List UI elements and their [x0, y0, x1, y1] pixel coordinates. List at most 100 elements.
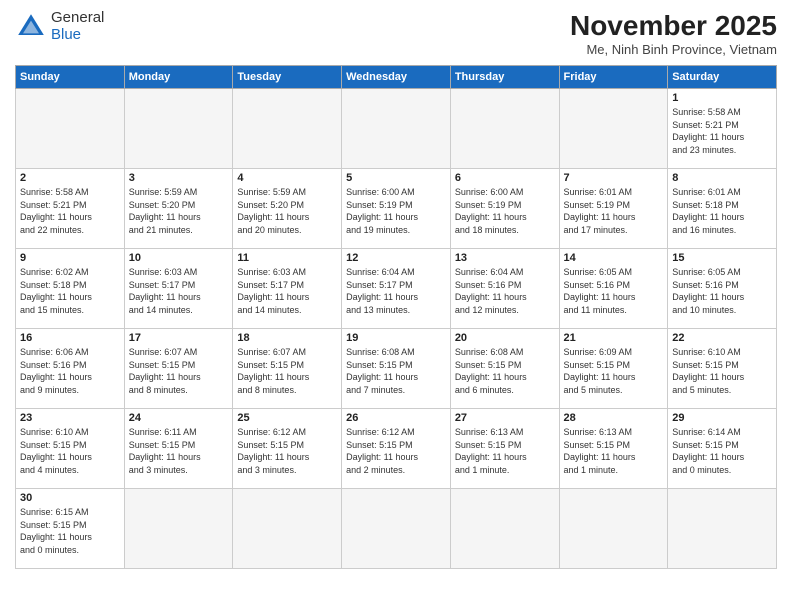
day-cell: 14 Sunrise: 6:05 AM Sunset: 5:16 PM Dayli… [559, 249, 668, 329]
day-cell [124, 89, 233, 169]
title-block: November 2025 Me, Ninh Binh Province, Vi… [570, 10, 777, 57]
week-row-0: 1Sunrise: 5:58 AM Sunset: 5:21 PM Daylig… [16, 89, 777, 169]
day-info: Sunrise: 6:04 AM Sunset: 5:17 PM Dayligh… [346, 266, 446, 316]
day-info: Sunrise: 5:58 AM Sunset: 5:21 PM Dayligh… [20, 186, 120, 236]
day-number: 27 [455, 412, 555, 424]
day-number: 16 [20, 332, 120, 344]
weekday-header-monday: Monday [124, 66, 233, 89]
day-info: Sunrise: 6:12 AM Sunset: 5:15 PM Dayligh… [237, 426, 337, 476]
day-number: 14 [564, 252, 664, 264]
weekday-header-row: SundayMondayTuesdayWednesdayThursdayFrid… [16, 66, 777, 89]
day-cell: 20Sunrise: 6:08 AM Sunset: 5:15 PM Dayli… [450, 329, 559, 409]
day-info: Sunrise: 6:09 AM Sunset: 5:15 PM Dayligh… [564, 346, 664, 396]
day-cell: 23 Sunrise: 6:10 AM Sunset: 5:15 PM Dayli… [16, 409, 125, 489]
day-cell: 7Sunrise: 6:01 AM Sunset: 5:19 PM Daylig… [559, 169, 668, 249]
day-info: Sunrise: 6:12 AM Sunset: 5:15 PM Dayligh… [346, 426, 446, 476]
calendar-table: SundayMondayTuesdayWednesdayThursdayFrid… [15, 65, 777, 569]
month-title: November 2025 [570, 10, 777, 42]
day-cell: 22Sunrise: 6:10 AM Sunset: 5:15 PM Dayli… [668, 329, 777, 409]
day-cell [668, 489, 777, 569]
day-cell: 18Sunrise: 6:07 AM Sunset: 5:15 PM Dayli… [233, 329, 342, 409]
day-info: Sunrise: 6:03 AM Sunset: 5:17 PM Dayligh… [129, 266, 229, 316]
day-cell: 24Sunrise: 6:11 AM Sunset: 5:15 PM Dayli… [124, 409, 233, 489]
day-cell: 26 Sunrise: 6:12 AM Sunset: 5:15 PM Dayli… [342, 409, 451, 489]
day-info: Sunrise: 6:14 AM Sunset: 5:15 PM Dayligh… [672, 426, 772, 476]
day-number: 5 [346, 172, 446, 184]
day-cell [16, 89, 125, 169]
logo-text: General Blue [51, 10, 104, 43]
day-cell: 10Sunrise: 6:03 AM Sunset: 5:17 PM Dayli… [124, 249, 233, 329]
day-cell [342, 489, 451, 569]
day-info: Sunrise: 6:06 AM Sunset: 5:16 PM Dayligh… [20, 346, 120, 396]
day-info: Sunrise: 6:05 AM Sunset: 5:16 PM Dayligh… [564, 266, 664, 316]
day-cell: 29 Sunrise: 6:14 AM Sunset: 5:15 PM Dayli… [668, 409, 777, 489]
day-cell [233, 89, 342, 169]
day-number: 13 [455, 252, 555, 264]
logo-blue: Blue [51, 27, 104, 44]
day-number: 11 [237, 252, 337, 264]
day-cell [559, 89, 668, 169]
day-cell [233, 489, 342, 569]
day-cell [124, 489, 233, 569]
day-number: 22 [672, 332, 772, 344]
day-cell: 11Sunrise: 6:03 AM Sunset: 5:17 PM Dayli… [233, 249, 342, 329]
day-number: 18 [237, 332, 337, 344]
day-cell: 19 Sunrise: 6:08 AM Sunset: 5:15 PM Dayli… [342, 329, 451, 409]
day-info: Sunrise: 6:01 AM Sunset: 5:18 PM Dayligh… [672, 186, 772, 236]
day-number: 2 [20, 172, 120, 184]
day-cell: 27 Sunrise: 6:13 AM Sunset: 5:15 PM Dayli… [450, 409, 559, 489]
week-row-2: 9 Sunrise: 6:02 AM Sunset: 5:18 PM Daylig… [16, 249, 777, 329]
logo-general: General [51, 10, 104, 27]
day-number: 19 [346, 332, 446, 344]
day-cell: 12 Sunrise: 6:04 AM Sunset: 5:17 PM Dayli… [342, 249, 451, 329]
day-number: 29 [672, 412, 772, 424]
day-info: Sunrise: 6:13 AM Sunset: 5:15 PM Dayligh… [564, 426, 664, 476]
day-number: 26 [346, 412, 446, 424]
weekday-header-friday: Friday [559, 66, 668, 89]
weekday-header-saturday: Saturday [668, 66, 777, 89]
day-cell [450, 89, 559, 169]
day-info: Sunrise: 6:07 AM Sunset: 5:15 PM Dayligh… [129, 346, 229, 396]
day-info: Sunrise: 6:11 AM Sunset: 5:15 PM Dayligh… [129, 426, 229, 476]
day-info: Sunrise: 6:13 AM Sunset: 5:15 PM Dayligh… [455, 426, 555, 476]
week-row-1: 2 Sunrise: 5:58 AM Sunset: 5:21 PM Daylig… [16, 169, 777, 249]
day-number: 8 [672, 172, 772, 184]
weekday-header-tuesday: Tuesday [233, 66, 342, 89]
day-info: Sunrise: 6:08 AM Sunset: 5:15 PM Dayligh… [346, 346, 446, 396]
day-cell: 16 Sunrise: 6:06 AM Sunset: 5:16 PM Dayli… [16, 329, 125, 409]
day-number: 25 [237, 412, 337, 424]
day-info: Sunrise: 6:01 AM Sunset: 5:19 PM Dayligh… [564, 186, 664, 236]
day-cell: 1Sunrise: 5:58 AM Sunset: 5:21 PM Daylig… [668, 89, 777, 169]
day-info: Sunrise: 6:02 AM Sunset: 5:18 PM Dayligh… [20, 266, 120, 316]
weekday-header-wednesday: Wednesday [342, 66, 451, 89]
day-cell: 4 Sunrise: 5:59 AM Sunset: 5:20 PM Daylig… [233, 169, 342, 249]
day-cell [559, 489, 668, 569]
week-row-4: 23 Sunrise: 6:10 AM Sunset: 5:15 PM Dayli… [16, 409, 777, 489]
day-info: Sunrise: 6:05 AM Sunset: 5:16 PM Dayligh… [672, 266, 772, 316]
day-info: Sunrise: 5:59 AM Sunset: 5:20 PM Dayligh… [129, 186, 229, 236]
week-row-3: 16 Sunrise: 6:06 AM Sunset: 5:16 PM Dayli… [16, 329, 777, 409]
page-header: General Blue November 2025 Me, Ninh Binh… [15, 10, 777, 57]
day-number: 12 [346, 252, 446, 264]
logo-icon [15, 11, 47, 43]
day-info: Sunrise: 6:08 AM Sunset: 5:15 PM Dayligh… [455, 346, 555, 396]
day-cell: 28 Sunrise: 6:13 AM Sunset: 5:15 PM Dayli… [559, 409, 668, 489]
day-number: 3 [129, 172, 229, 184]
day-number: 17 [129, 332, 229, 344]
day-number: 23 [20, 412, 120, 424]
day-number: 28 [564, 412, 664, 424]
day-cell: 17 Sunrise: 6:07 AM Sunset: 5:15 PM Dayli… [124, 329, 233, 409]
day-info: Sunrise: 6:00 AM Sunset: 5:19 PM Dayligh… [455, 186, 555, 236]
day-cell: 6 Sunrise: 6:00 AM Sunset: 5:19 PM Daylig… [450, 169, 559, 249]
day-cell [450, 489, 559, 569]
logo: General Blue [15, 10, 104, 43]
day-info: Sunrise: 5:59 AM Sunset: 5:20 PM Dayligh… [237, 186, 337, 236]
day-info: Sunrise: 6:10 AM Sunset: 5:15 PM Dayligh… [20, 426, 120, 476]
day-number: 30 [20, 492, 120, 504]
day-number: 9 [20, 252, 120, 264]
day-cell: 8 Sunrise: 6:01 AM Sunset: 5:18 PM Daylig… [668, 169, 777, 249]
day-number: 6 [455, 172, 555, 184]
day-number: 4 [237, 172, 337, 184]
day-cell: 5Sunrise: 6:00 AM Sunset: 5:19 PM Daylig… [342, 169, 451, 249]
day-cell: 25 Sunrise: 6:12 AM Sunset: 5:15 PM Dayli… [233, 409, 342, 489]
